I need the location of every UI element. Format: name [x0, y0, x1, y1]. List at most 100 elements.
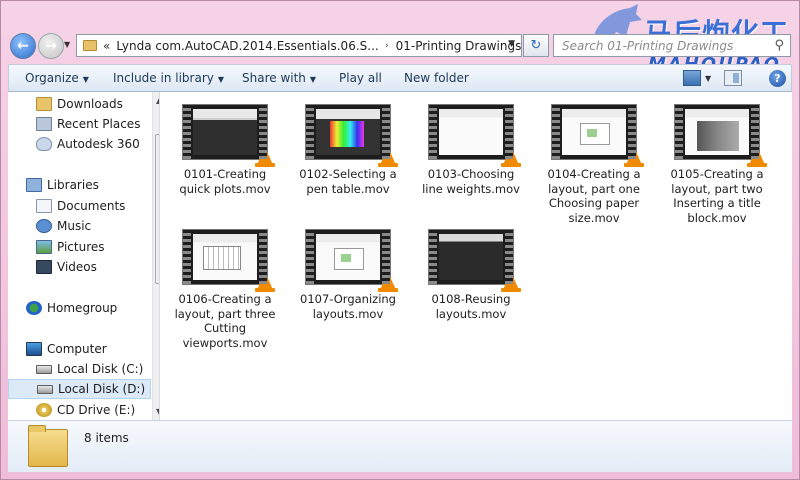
- video-thumbnail: [428, 229, 521, 292]
- nav-item-autodesk-360[interactable]: Autodesk 360: [36, 134, 159, 154]
- organize-label: Organize: [25, 71, 79, 85]
- video-thumbnail: [551, 104, 644, 167]
- nav-label: Computer: [47, 342, 107, 356]
- cd-drive-icon: [36, 403, 52, 417]
- file-name: 0107-Organizing layouts.mov: [300, 292, 396, 321]
- breadcrumb-current[interactable]: 01-Printing Drawings: [396, 39, 521, 53]
- nav-label: Local Disk (C:): [57, 362, 144, 376]
- forward-arrow-icon: →: [45, 38, 57, 54]
- help-icon[interactable]: ?: [769, 70, 786, 87]
- file-item[interactable]: 0107-Organizing layouts.mov: [296, 229, 400, 321]
- nav-item-videos[interactable]: Videos: [36, 257, 159, 277]
- file-item[interactable]: 0102-Selecting a pen table.mov: [296, 104, 400, 196]
- nav-item-computer[interactable]: Computer: [26, 339, 159, 359]
- nav-label: Documents: [57, 199, 126, 213]
- cloud-icon: [36, 137, 52, 151]
- nav-label: Pictures: [57, 240, 105, 254]
- breadcrumb-separator[interactable]: ›: [385, 41, 389, 51]
- folder-icon: [83, 40, 97, 51]
- forward-button[interactable]: →: [38, 33, 64, 59]
- nav-item-homegroup[interactable]: Homegroup: [26, 298, 159, 318]
- nav-item-pictures[interactable]: Pictures: [36, 237, 159, 257]
- videos-icon: [36, 260, 52, 274]
- command-bar: Organize ▼ Include in library ▼ Share with…: [8, 64, 792, 92]
- search-icon[interactable]: ⚲: [774, 38, 784, 53]
- hard-disk-icon: [37, 384, 53, 394]
- nav-item-recent-places[interactable]: Recent Places: [36, 114, 159, 134]
- thumbnail-screen: [439, 109, 503, 155]
- file-name: 0105-Creating a layout, part two Inserti…: [670, 167, 764, 225]
- video-thumbnail: [428, 104, 521, 167]
- downloads-folder-icon: [36, 97, 52, 111]
- file-item[interactable]: 0106-Creating a layout, part three Cutti…: [173, 229, 277, 350]
- vlc-cone-icon: [624, 147, 644, 167]
- nav-label: Libraries: [47, 178, 99, 192]
- vlc-cone-icon: [501, 147, 521, 167]
- overflow-chevron[interactable]: «: [103, 39, 110, 53]
- address-bar[interactable]: « Lynda com.AutoCAD.2014.Essentials.06.S…: [76, 34, 522, 57]
- file-list: 0101-Creating quick plots.mov 0102-Selec…: [160, 92, 792, 420]
- play-all-button[interactable]: Play all: [339, 71, 382, 85]
- vlc-cone-icon: [255, 147, 275, 167]
- documents-icon: [36, 199, 52, 213]
- nav-label: Music: [57, 219, 92, 233]
- thumbnail-screen: [316, 109, 380, 155]
- back-button[interactable]: ←: [10, 33, 36, 59]
- nav-scrollbar[interactable]: ▲ ▼: [152, 92, 159, 420]
- address-row: ← → ▼ « Lynda com.AutoCAD.2014.Essential…: [0, 30, 800, 64]
- nav-item-cd-drive-e[interactable]: CD Drive (E:): [36, 400, 159, 420]
- nav-label: Downloads: [57, 97, 123, 111]
- vlc-cone-icon: [747, 147, 767, 167]
- file-name: 0102-Selecting a pen table.mov: [299, 167, 397, 196]
- video-thumbnail: [674, 104, 767, 167]
- file-name: 0104-Creating a layout, part one Choosin…: [547, 167, 641, 225]
- libraries-icon: [26, 178, 42, 192]
- recent-pages-dropdown[interactable]: ▼: [64, 40, 70, 49]
- thumbnail-screen: [316, 234, 380, 280]
- nav-label: CD Drive (E:): [57, 403, 136, 417]
- recent-places-icon: [36, 117, 52, 131]
- file-name: 0108-Reusing layouts.mov: [431, 292, 511, 321]
- refresh-button[interactable]: ↻: [523, 34, 549, 57]
- share-with-menu[interactable]: Share with ▼: [242, 71, 316, 85]
- file-item[interactable]: 0103-Choosing line weights.mov: [419, 104, 523, 196]
- video-thumbnail: [182, 104, 275, 167]
- change-view-icon[interactable]: [683, 70, 701, 86]
- details-pane: 8 items: [8, 420, 792, 472]
- preview-pane-icon[interactable]: [724, 70, 742, 86]
- nav-item-documents[interactable]: Documents: [36, 196, 159, 216]
- organize-menu[interactable]: Organize ▼: [25, 71, 89, 85]
- refresh-icon: ↻: [530, 38, 542, 53]
- video-thumbnail: [182, 229, 275, 292]
- vlc-cone-icon: [378, 147, 398, 167]
- nav-item-downloads[interactable]: Downloads: [36, 94, 159, 114]
- nav-item-libraries[interactable]: Libraries: [26, 175, 159, 195]
- chevron-down-icon: ▼: [309, 75, 317, 84]
- nav-item-local-disk-d[interactable]: Local Disk (D:): [8, 379, 151, 399]
- nav-item-local-disk-c[interactable]: Local Disk (C:): [36, 359, 159, 379]
- homegroup-icon: [26, 301, 42, 315]
- chevron-down-icon: ▼: [82, 75, 89, 84]
- video-thumbnail: [305, 229, 398, 292]
- nav-label: Videos: [57, 260, 97, 274]
- view-options-chevron-icon[interactable]: ▼: [705, 74, 723, 90]
- include-in-library-menu[interactable]: Include in library ▼: [113, 71, 224, 85]
- search-input[interactable]: Search 01-Printing Drawings ⚲: [553, 34, 791, 57]
- video-thumbnail: [305, 104, 398, 167]
- nav-label: Recent Places: [57, 117, 141, 131]
- folder-icon: [28, 425, 68, 467]
- navigation-pane: Downloads Recent Places Autodesk 360 Lib…: [8, 92, 160, 420]
- breadcrumb-parent[interactable]: Lynda com.AutoCAD.2014.Essentials.06.S..…: [116, 39, 378, 53]
- nav-item-music[interactable]: Music: [36, 216, 159, 236]
- file-name: 0101-Creating quick plots.mov: [179, 167, 271, 196]
- address-dropdown-icon[interactable]: ▼: [508, 39, 515, 49]
- thumbnail-screen: [193, 109, 257, 155]
- file-item[interactable]: 0101-Creating quick plots.mov: [173, 104, 277, 196]
- file-item[interactable]: 0104-Creating a layout, part one Choosin…: [542, 104, 646, 225]
- hard-disk-icon: [36, 364, 52, 374]
- music-icon: [36, 219, 52, 233]
- new-folder-button[interactable]: New folder: [404, 71, 469, 85]
- file-item[interactable]: 0108-Reusing layouts.mov: [419, 229, 523, 321]
- file-name: 0103-Choosing line weights.mov: [422, 167, 520, 196]
- file-item[interactable]: 0105-Creating a layout, part two Inserti…: [665, 104, 769, 225]
